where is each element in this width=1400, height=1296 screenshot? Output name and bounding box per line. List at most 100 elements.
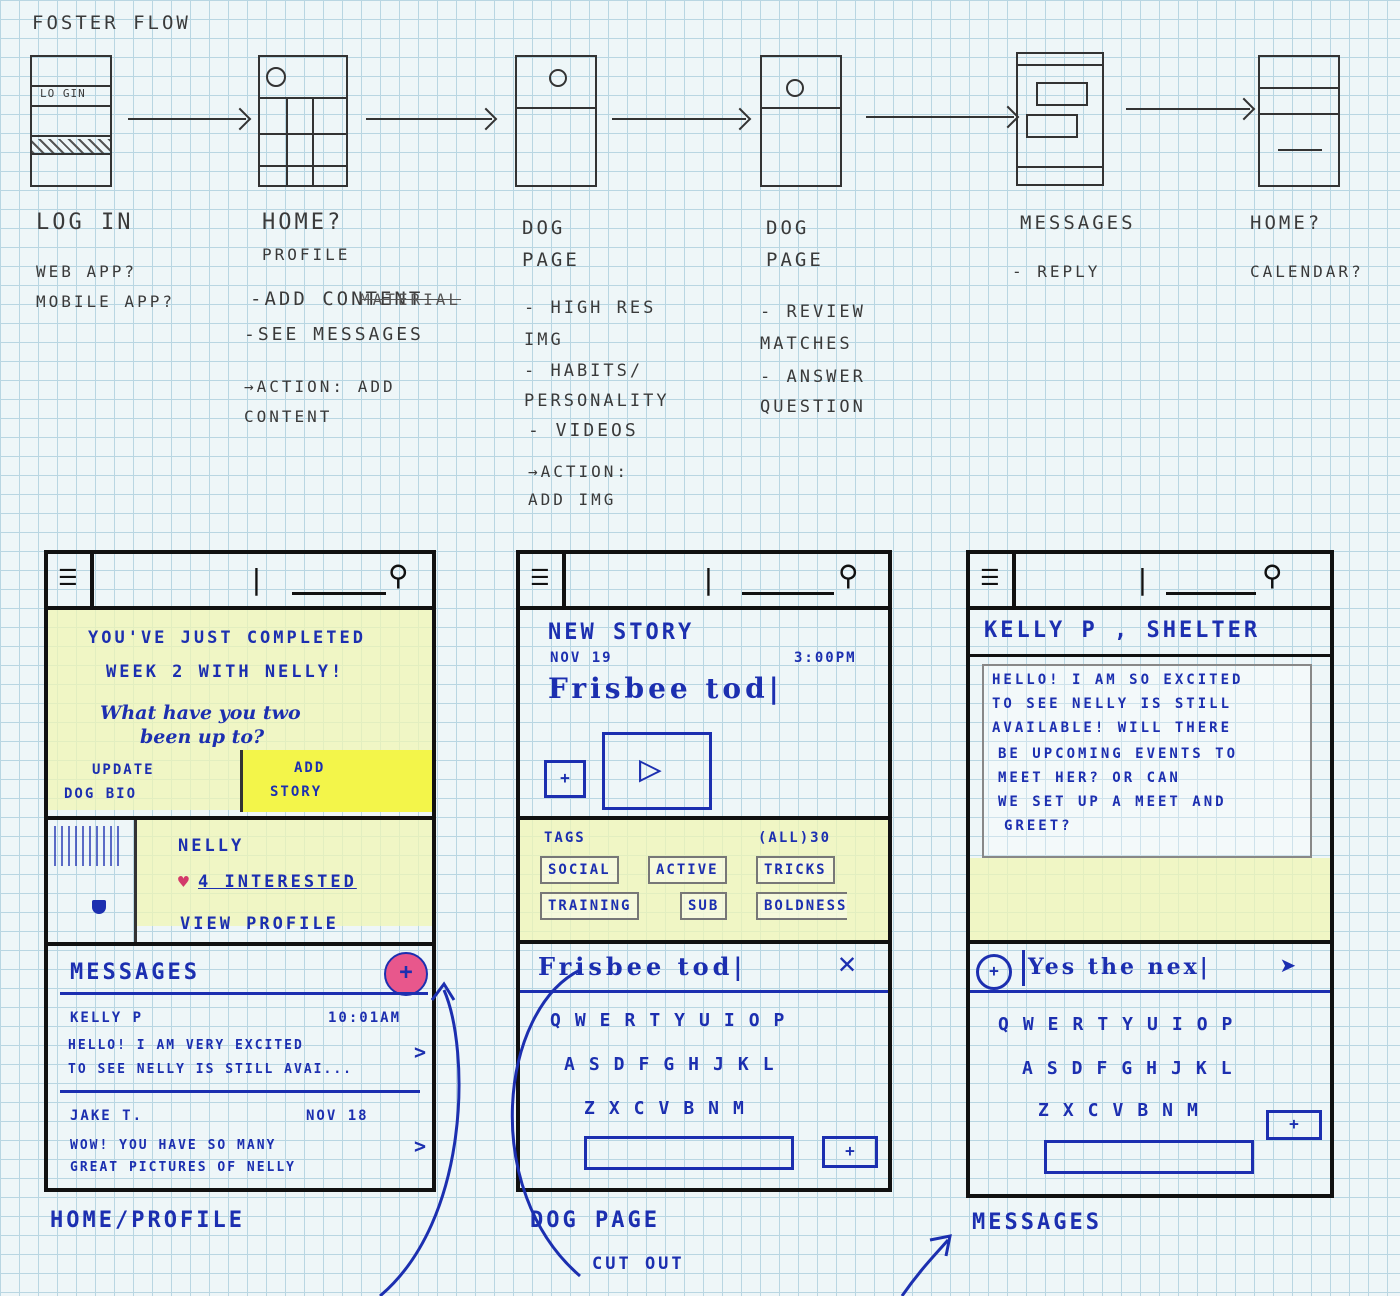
tags-label: TAGS xyxy=(544,830,586,846)
flow-note: - VIDEOS xyxy=(528,420,639,441)
tag-chip[interactable]: TRICKS xyxy=(756,856,835,884)
interested-link[interactable]: 4 INTERESTED xyxy=(198,872,357,892)
dog-page-phone: ☰ | ⚲ NEW STORY NOV 19 3:00PM Frisbee to… xyxy=(516,550,892,1192)
story-text-input[interactable]: Frisbee tod| xyxy=(538,952,746,981)
message-preview-2: TO SEE NELLY IS STILL AVAI... xyxy=(68,1062,353,1077)
menu-icon[interactable]: ☰ xyxy=(58,568,78,590)
chevron-right-icon: > xyxy=(414,1134,427,1158)
banner-line1: YOU'VE JUST COMPLETED xyxy=(88,628,366,648)
flow-label-login: LOG IN xyxy=(36,210,134,235)
add-story-button[interactable]: ADD STORY xyxy=(240,750,432,812)
keyboard-row-1[interactable]: QWERTYUIOP xyxy=(998,1014,1246,1035)
tag-chip[interactable]: BOLDNESS xyxy=(756,892,848,920)
message-line: AVAILABLE! WILL THERE xyxy=(992,720,1233,736)
add-media-button[interactable]: + xyxy=(544,760,586,798)
flow-note: - REVIEW MATCHES xyxy=(760,302,866,354)
message-item[interactable]: KELLY P 10:01AM HELLO! I AM VERY EXCITED… xyxy=(48,996,432,1092)
search-icon[interactable]: ⚲ xyxy=(838,562,859,590)
avatar-icon xyxy=(266,67,286,87)
message-line: GREET? xyxy=(1004,818,1073,834)
navbar-cursor: | xyxy=(248,563,265,596)
story-date: NOV 19 xyxy=(550,650,613,666)
flow-arrow xyxy=(1126,108,1250,110)
tag-chip[interactable]: SUB xyxy=(680,892,728,920)
caption-cut-out: CUT OUT xyxy=(592,1254,685,1274)
message-sender: JAKE T. xyxy=(70,1108,144,1124)
flow-arrow xyxy=(866,116,1014,118)
enter-key[interactable]: + xyxy=(822,1136,878,1168)
dog-avatar-icon xyxy=(549,69,567,87)
message-preview-2: GREAT PICTURES OF NELLY xyxy=(70,1160,297,1175)
view-profile-link[interactable]: VIEW PROFILE xyxy=(180,914,339,934)
messages-header: MESSAGES xyxy=(70,960,200,985)
thumb-messages xyxy=(1016,52,1104,186)
flow-note: CALENDAR? xyxy=(1250,262,1364,281)
flow-note: WEB APP? xyxy=(36,262,138,281)
flow-note: →ACTION: ADD IMG xyxy=(528,462,630,509)
reply-input[interactable]: Yes the nex| xyxy=(1028,954,1211,980)
search-icon[interactable]: ⚲ xyxy=(1262,562,1283,590)
messages-phone: ☰ | ⚲ KELLY P , SHELTER HELLO! I AM SO E… xyxy=(966,550,1334,1198)
search-icon[interactable]: ⚲ xyxy=(388,562,409,590)
flow-note: PROFILE xyxy=(262,245,351,264)
flow-note: - HABITS/ PERSONALITY xyxy=(524,361,670,411)
add-story-line2: STORY xyxy=(270,784,323,800)
dog-photo[interactable] xyxy=(48,820,137,942)
enter-key[interactable]: + xyxy=(1266,1110,1322,1140)
flow-label-home: HOME? xyxy=(262,210,344,235)
keyboard-row-2[interactable]: ASDFGHJKL xyxy=(1022,1058,1246,1079)
thumb-login-text: LO GIN xyxy=(40,87,86,100)
arrowhead xyxy=(929,1234,952,1257)
banner-question-1: What have you two xyxy=(100,702,301,724)
tag-chip[interactable]: ACTIVE xyxy=(648,856,727,884)
story-title-input[interactable]: Frisbee tod| xyxy=(548,672,783,705)
thumb-home-screen xyxy=(258,55,348,187)
message-line: WE SET UP A MEET AND xyxy=(998,794,1227,810)
navbar-cursor: | xyxy=(700,563,717,596)
add-message-button[interactable]: + xyxy=(384,952,428,996)
tag-chip[interactable]: SOCIAL xyxy=(540,856,619,884)
send-icon[interactable]: ➤ xyxy=(1280,950,1297,983)
message-preview-1: WOW! YOU HAVE SO MANY xyxy=(70,1138,277,1153)
menu-icon[interactable]: ☰ xyxy=(530,568,550,590)
close-icon[interactable]: ✕ xyxy=(838,946,856,981)
spacebar[interactable] xyxy=(1044,1140,1254,1174)
spacebar[interactable] xyxy=(584,1136,794,1170)
keyboard-row-3[interactable]: ZXCVBNM xyxy=(1038,1100,1212,1121)
arrow-curve xyxy=(900,1239,950,1296)
caption-home-profile: HOME/PROFILE xyxy=(50,1208,245,1233)
play-icon[interactable]: ▷ xyxy=(639,745,662,791)
flow-arrow xyxy=(612,118,746,120)
message-line: MEET HER? OR CAN xyxy=(998,770,1181,786)
keyboard-row-1[interactable]: QWERTYUIOP xyxy=(550,1010,798,1031)
add-story-line1: ADD xyxy=(294,760,326,776)
thumb-dog-page xyxy=(515,55,597,187)
flow-arrow xyxy=(366,118,492,120)
banner-question-2: been up to? xyxy=(140,726,265,748)
chevron-right-icon: > xyxy=(414,1040,427,1064)
message-item[interactable]: JAKE T. NOV 18 WOW! YOU HAVE SO MANY GRE… xyxy=(48,1094,432,1184)
flow-note: - ANSWER QUESTION xyxy=(760,367,866,417)
dog-nose-icon xyxy=(92,900,106,914)
flow-label-messages: MESSAGES xyxy=(1020,212,1136,234)
message-sender: KELLY P xyxy=(70,1010,144,1026)
update-dog-bio-button[interactable]: UPDATE DOG BIO xyxy=(48,750,240,812)
video-player[interactable]: ▷ xyxy=(602,732,712,810)
thumb-hatch xyxy=(32,139,110,153)
message-bubble-icon xyxy=(1026,114,1078,138)
conversation-heading: KELLY P , SHELTER xyxy=(984,618,1261,643)
add-attachment-button[interactable]: + xyxy=(976,954,1012,990)
keyboard-row-2[interactable]: ASDFGHJKL xyxy=(564,1054,788,1075)
message-line: BE UPCOMING EVENTS TO xyxy=(998,746,1239,762)
caption-dog-page: DOG PAGE xyxy=(530,1208,660,1233)
flow-note: MOBILE APP? xyxy=(36,292,175,311)
flow-note: →ACTION: ADD CONTENT xyxy=(244,377,396,426)
thumb-home-calendar xyxy=(1258,55,1340,187)
keyboard-row-3[interactable]: ZXCVBNM xyxy=(584,1098,758,1119)
tag-chip[interactable]: TRAINING xyxy=(540,892,640,920)
menu-icon[interactable]: ☰ xyxy=(980,568,1000,590)
dog-avatar-icon xyxy=(786,79,804,97)
sketch-title: FOSTER FLOW xyxy=(32,12,191,34)
new-story-heading: NEW STORY xyxy=(548,620,695,645)
update-btn-line2: DOG BIO xyxy=(64,786,138,802)
